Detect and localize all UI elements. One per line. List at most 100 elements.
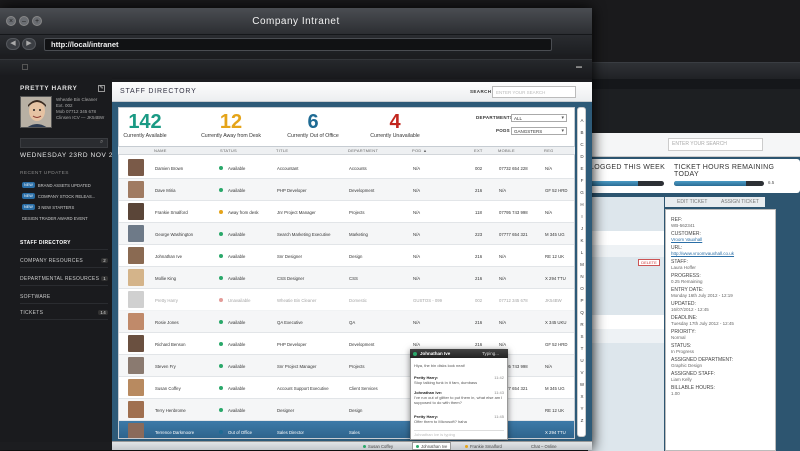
alphabet-letter[interactable]: X — [578, 394, 586, 399]
column-header[interactable]: EXT — [474, 148, 483, 153]
staff-name[interactable]: Mollie King — [155, 276, 176, 281]
sidebar-item-tickets[interactable]: TICKETS 14 — [20, 306, 108, 320]
chat-bar-item[interactable]: Frankie Smalford — [462, 442, 505, 450]
ticket-search-input[interactable]: ENTER YOUR SEARCH — [668, 138, 763, 151]
alphabet-letter[interactable]: J — [578, 226, 586, 231]
alphabet-letter[interactable]: D — [578, 154, 586, 159]
table-row[interactable]: Pretty Harry Unavailable Wheatie Bin Clean… — [119, 289, 574, 311]
alphabet-letter[interactable]: E — [578, 166, 586, 171]
staff-name[interactable]: Damien Brown — [155, 166, 183, 171]
stat-0: 142 Currently Available — [104, 112, 186, 139]
alphabet-letter[interactable]: B — [578, 130, 586, 135]
collapse-icon[interactable]: ▬ — [576, 64, 582, 70]
staff-name[interactable]: Steven Fry — [155, 364, 176, 369]
alphabet-letter[interactable]: A — [578, 118, 586, 123]
staff-name[interactable]: Susan Coffey — [155, 386, 181, 391]
alphabet-letter[interactable]: T — [578, 346, 586, 351]
window-title: Company Intranet — [252, 16, 340, 27]
column-header[interactable]: REG — [544, 148, 554, 153]
detail-value[interactable]: Vroom Vauxhall — [671, 237, 770, 242]
chat-bar-item[interactable]: Chat – Online — [528, 442, 560, 450]
status-dot-icon — [219, 364, 223, 368]
table-row[interactable]: George Washington Available Search Marketi… — [119, 223, 574, 245]
staff-name[interactable]: George Washington — [155, 232, 193, 237]
forward-arrow-icon[interactable]: ▶ — [22, 38, 36, 50]
alphabet-letter[interactable]: G — [578, 190, 586, 195]
sidebar-item-company-resources[interactable]: COMPANY RESOURCES 2 — [20, 254, 108, 268]
update-item[interactable]: NEW BRAND ASSETS UPDATED — [22, 180, 91, 190]
table-row[interactable]: Mollie King Available CSS Designer CSS N/A 21… — [119, 267, 574, 289]
alphabet-letter[interactable]: R — [578, 322, 586, 327]
alphabet-letter[interactable]: Y — [578, 406, 586, 411]
menu-icon[interactable] — [22, 64, 28, 70]
staff-reg: GF 52 HRD — [545, 342, 568, 347]
stat-number: 142 — [128, 111, 162, 133]
alphabet-letter[interactable]: F — [578, 178, 586, 183]
alphabet-letter[interactable]: H — [578, 202, 586, 207]
update-item[interactable]: NEW 3 NEW STARTERS — [22, 202, 74, 212]
table-row[interactable]: Johnathan Ive Available Snr Designer Design… — [119, 245, 574, 267]
column-header[interactable]: TITLE — [276, 148, 288, 153]
alphabet-letter[interactable]: Q — [578, 310, 586, 315]
tab-assign-ticket[interactable]: ASSIGN TICKET — [721, 199, 759, 205]
update-item[interactable]: DESIGN TRADER AWARD EVENT — [22, 213, 88, 223]
table-row[interactable]: Dave Miria Available PHP Developer Developm… — [119, 179, 574, 201]
alphabet-letter[interactable]: Z — [578, 418, 586, 423]
alphabet-letter[interactable]: S — [578, 334, 586, 339]
alphabet-letter[interactable]: N — [578, 274, 586, 279]
edit-profile-icon[interactable]: ✎ — [98, 85, 105, 92]
alphabet-letter[interactable]: V — [578, 370, 586, 375]
table-header: NAME STATUS TITLE DEPARTMENT POD ▲ EXT MOBILE R… — [118, 147, 575, 155]
table-row[interactable]: Rosie Jones Available QA Executive QA N/A 216… — [119, 311, 574, 333]
chat-bar-item[interactable]: Susan Coffey — [360, 442, 396, 450]
column-header[interactable]: MOBILE — [498, 148, 515, 153]
chat-bar-item[interactable]: Johnathan Ive — [412, 442, 452, 450]
staff-mobile: N/A — [499, 342, 507, 347]
staff-name[interactable]: Johnathan Ive — [155, 254, 182, 259]
staff-name[interactable]: Dave Miria — [155, 188, 176, 193]
table-row[interactable]: Damien Brown Available Accountant Accounts N… — [119, 157, 574, 179]
column-header[interactable]: STATUS — [220, 148, 237, 153]
alphabet-letter[interactable]: U — [578, 358, 586, 363]
staff-name[interactable]: Richard Benson — [155, 342, 186, 347]
staff-name[interactable]: Rosie Jones — [155, 320, 179, 325]
alphabet-letter[interactable]: L — [578, 250, 586, 255]
departments-select[interactable]: ALL — [511, 114, 567, 122]
alphabet-letter[interactable]: M — [578, 262, 586, 267]
table-row[interactable]: Frankie Smalford Away from desk Jnr Projec… — [119, 201, 574, 223]
directory-search-input[interactable]: ENTER YOUR SEARCH — [492, 86, 576, 98]
alphabet-letter[interactable]: O — [578, 286, 586, 291]
column-header[interactable]: POD ▲ — [412, 148, 427, 153]
tab-edit-ticket[interactable]: EDIT TICKET — [677, 199, 707, 205]
detail-value[interactable]: http://www.vroomvauxhall.co.uk — [671, 251, 770, 256]
staff-name[interactable]: Frankie Smalford — [155, 210, 188, 215]
staff-name[interactable]: Terry Henbrome — [155, 408, 186, 413]
staff-reg: N/A — [545, 166, 553, 171]
alphabet-letter[interactable]: C — [578, 142, 586, 147]
staff-name[interactable]: Terrence Darkmoore — [155, 430, 194, 435]
staff-name[interactable]: Pretty Harry — [155, 298, 178, 303]
pods-select[interactable]: GANGSTERS — [511, 127, 567, 135]
alphabet-letter[interactable]: I — [578, 214, 586, 219]
sidebar-item-software[interactable]: SOFTWARE — [20, 290, 108, 304]
chat-header[interactable]: Johnathan Ive Typing... — [410, 349, 508, 358]
chat-input[interactable]: Johnathan Ive is typing — [414, 430, 504, 437]
delete-button[interactable]: DELETE — [638, 259, 660, 266]
update-item[interactable]: NEW COMPANY STOCK RELEAS... — [22, 191, 95, 201]
search-icon[interactable]: ⌕ — [100, 139, 103, 146]
sidebar-search-input[interactable] — [20, 138, 108, 148]
back-arrow-icon[interactable]: ◀ — [6, 38, 20, 50]
staff-department: CSS — [349, 276, 358, 281]
column-header[interactable]: DEPARTMENT — [348, 148, 378, 153]
sidebar-item-staff-directory[interactable]: STAFF DIRECTORY — [20, 236, 108, 250]
alphabet-letter[interactable]: P — [578, 298, 586, 303]
profile-reg: Clinsen ICV — JK54BW — [56, 115, 105, 120]
alphabet-letter[interactable]: W — [578, 382, 586, 387]
sidebar-item-departmental-resources[interactable]: DEPARTMENTAL RESOURCES 1 — [20, 272, 108, 286]
column-header[interactable]: NAME — [154, 148, 167, 153]
avatar[interactable] — [20, 96, 52, 128]
url-input[interactable]: http://local/intranet — [44, 38, 552, 51]
avatar — [128, 269, 144, 286]
detail-value: Monday 16th July 2012 - 12:19 — [671, 293, 733, 298]
alphabet-letter[interactable]: K — [578, 238, 586, 243]
